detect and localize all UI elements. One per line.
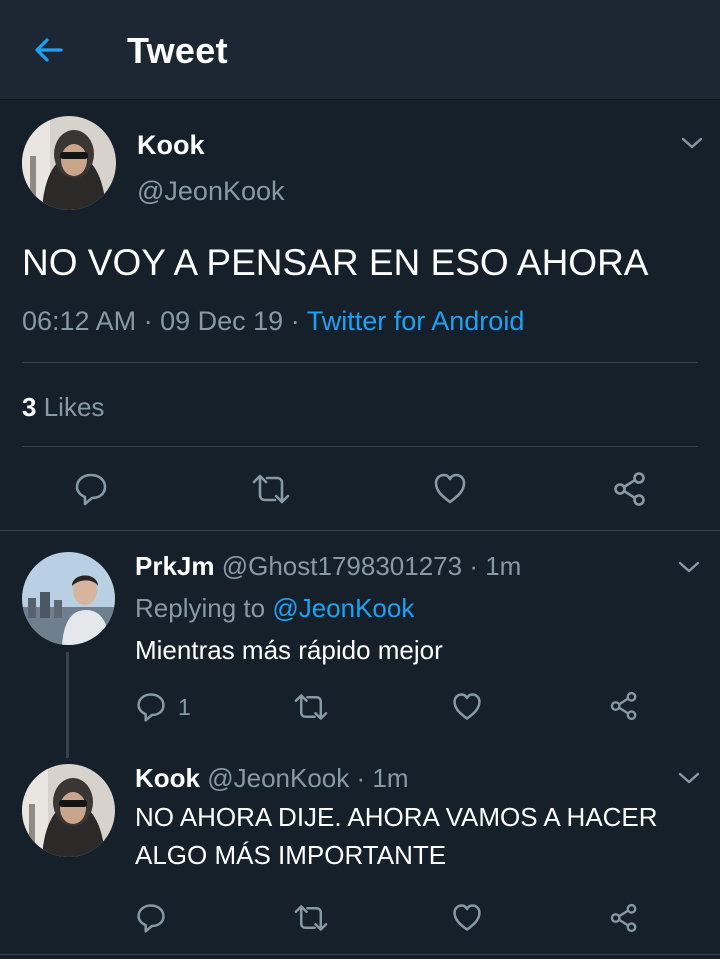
back-arrow-icon[interactable] xyxy=(30,32,66,68)
tweet-text: NO VOY A PENSAR EN ESO AHORA xyxy=(22,242,649,283)
reply-icon[interactable] xyxy=(73,471,109,507)
divider xyxy=(0,954,720,955)
tweet-source-link[interactable]: Twitter for Android xyxy=(307,306,525,336)
likes-count: 3 xyxy=(22,392,37,422)
reply-header: Kook @JeonKook · 1m xyxy=(135,763,409,794)
reply-icon[interactable] xyxy=(135,691,167,723)
reply-name[interactable]: PrkJm xyxy=(135,551,215,581)
chevron-down-icon[interactable] xyxy=(680,131,704,155)
divider xyxy=(22,446,698,447)
likes-stat[interactable]: 3 Likes xyxy=(22,392,104,423)
likes-label: Likes xyxy=(43,392,105,422)
reply-handle[interactable]: @JeonKook xyxy=(207,763,349,793)
heart-icon[interactable] xyxy=(451,691,483,723)
top-bar: Tweet xyxy=(0,0,720,100)
tweet-date: 09 Dec 19 xyxy=(160,306,284,336)
retweet-icon[interactable] xyxy=(293,691,329,723)
replying-to-link[interactable]: @JeonKook xyxy=(272,593,414,623)
thread-line xyxy=(66,652,69,758)
share-icon[interactable] xyxy=(612,471,648,507)
page-title: Tweet xyxy=(127,30,228,71)
reply-text-line: ALGO MÁS IMPORTANTE xyxy=(135,840,447,870)
replying-label: Replying to xyxy=(135,593,266,623)
author-name[interactable]: Kook xyxy=(137,130,205,161)
reply-handle[interactable]: @Ghost1798301273 xyxy=(222,551,462,581)
reply-age: · 1m xyxy=(356,763,409,793)
author-handle[interactable]: @JeonKook xyxy=(137,176,285,207)
divider xyxy=(0,530,720,531)
retweet-icon[interactable] xyxy=(293,902,329,934)
retweet-icon[interactable] xyxy=(251,471,291,507)
chevron-down-icon[interactable] xyxy=(677,766,701,790)
reply-count: 1 xyxy=(178,694,191,720)
chevron-down-icon[interactable] xyxy=(677,555,701,579)
reply-text: Mientras más rápido mejor xyxy=(135,635,443,665)
reply-icon[interactable] xyxy=(135,902,167,934)
reply-name[interactable]: Kook xyxy=(135,763,200,793)
replying-to: Replying to @JeonKook xyxy=(135,593,414,624)
reply-avatar[interactable] xyxy=(22,552,115,645)
meta-dot: · xyxy=(143,306,153,336)
author-avatar[interactable] xyxy=(22,116,116,210)
reply-header: PrkJm @Ghost1798301273 · 1m xyxy=(135,551,521,582)
divider xyxy=(22,362,698,363)
heart-icon[interactable] xyxy=(432,471,468,507)
heart-icon[interactable] xyxy=(451,902,483,934)
reply-avatar[interactable] xyxy=(22,764,115,857)
reply-text-line: NO AHORA DIJE. AHORA VAMOS A HACER xyxy=(135,802,658,832)
share-icon[interactable] xyxy=(609,903,639,933)
meta-dot: · xyxy=(290,306,300,336)
share-icon[interactable] xyxy=(609,691,639,721)
tweet-time: 06:12 AM xyxy=(22,306,137,336)
reply-age: · 1m xyxy=(469,551,522,581)
tweet-meta: 06:12 AM · 09 Dec 19 · Twitter for Andro… xyxy=(22,306,524,337)
